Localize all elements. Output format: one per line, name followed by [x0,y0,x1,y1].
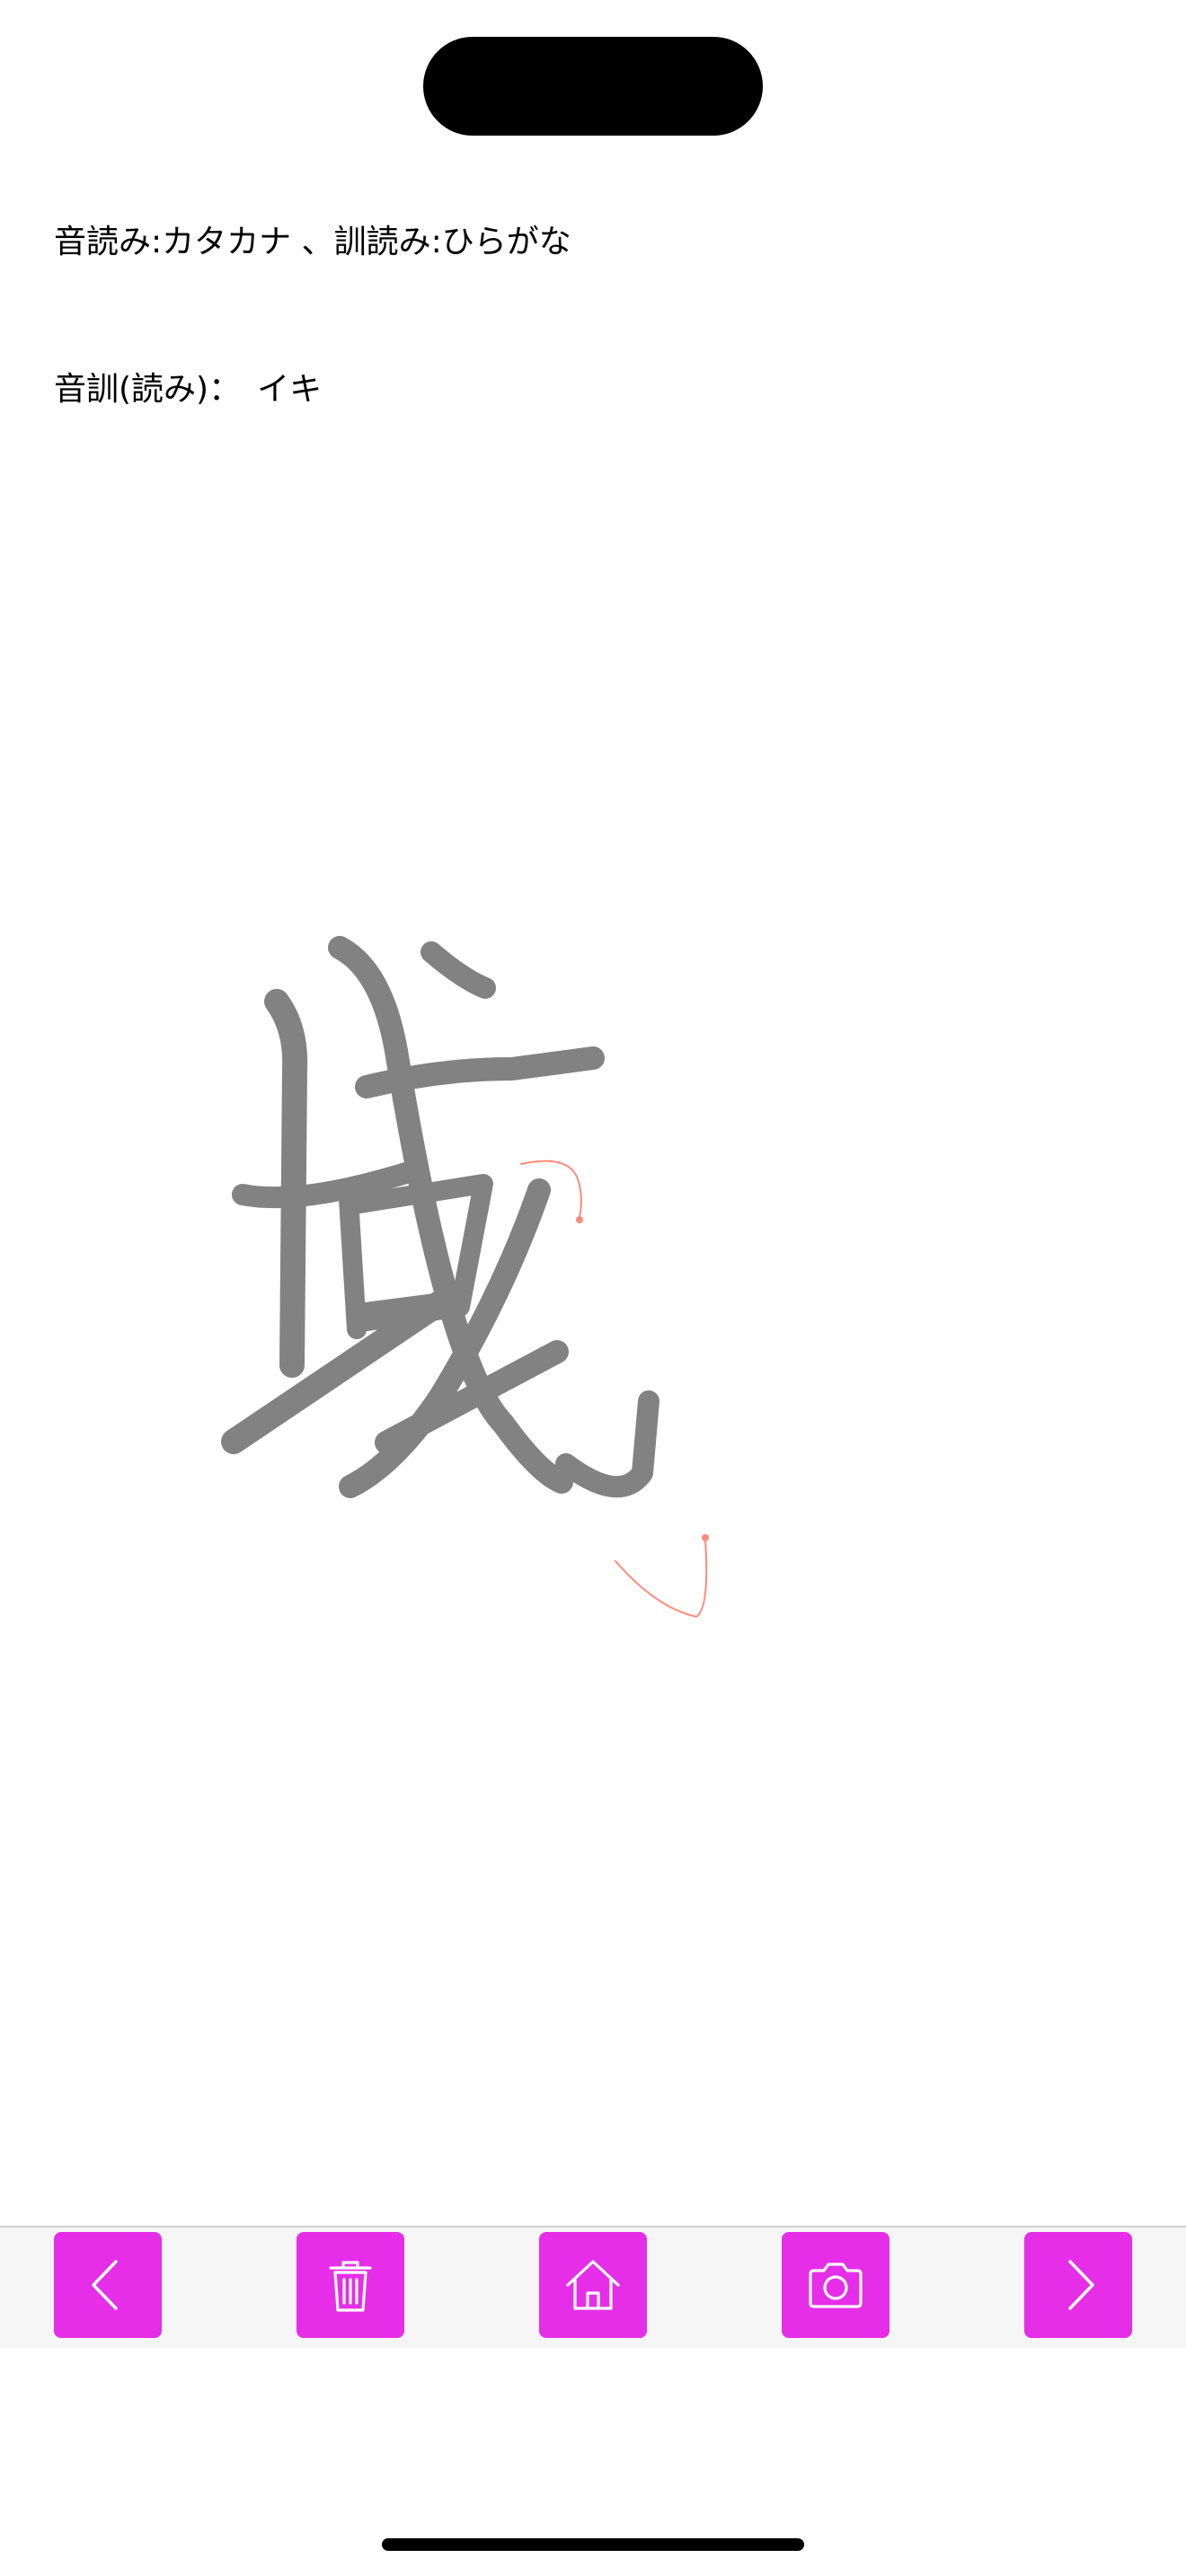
reading-row: 音訓(読み)： イキ [54,370,322,410]
camera-icon [809,2263,863,2308]
kanji-stroke-order-figure: ①②③④⑤⑥⑦⑧⑨⑩⑪ [207,898,997,1653]
stroke-number-11: ⑪ [580,913,601,938]
trash-icon [329,2261,372,2312]
dynamic-island [423,37,763,136]
stroke-number-10: ⑩ [589,1164,608,1189]
stroke-number-9: ⑨ [465,913,484,938]
home-icon [566,2260,620,2310]
kanji-stroke-12 [420,941,496,999]
kanji-stroke-11 [555,1390,659,1498]
home-indicator [382,2538,804,2551]
delete-button[interactable] [296,2232,404,2338]
kanji-svg: ①②③④⑤⑥⑦⑧⑨⑩⑪ [221,913,709,1619]
chevron-right-icon [1068,2260,1094,2310]
next-button[interactable] [1024,2232,1132,2338]
previous-button[interactable] [54,2232,162,2338]
kanji-strokes [221,936,659,1498]
reading-label: 音訓(読み)： [54,371,242,408]
stroke-direction-arrow-2 [576,1216,583,1223]
kanji-stroke-2 [264,989,308,1378]
kanji-guides [520,1160,709,1619]
stroke-number-4: ④ [329,1054,349,1079]
chevron-left-icon [92,2260,118,2310]
kanji-stroke-5 [339,1189,367,1339]
home-button[interactable] [539,2232,647,2338]
stroke-direction-guide-1 [615,1539,708,1619]
reading-legend: 音読み:カタカナ 、訓読み:ひらがな [54,223,571,262]
reading-legend-text: 音読み:カタカナ 、訓読み:ひらがな [54,224,571,260]
camera-button[interactable] [782,2232,890,2338]
stroke-direction-arrow-1 [702,1534,709,1541]
reading-value: イキ [257,371,323,408]
